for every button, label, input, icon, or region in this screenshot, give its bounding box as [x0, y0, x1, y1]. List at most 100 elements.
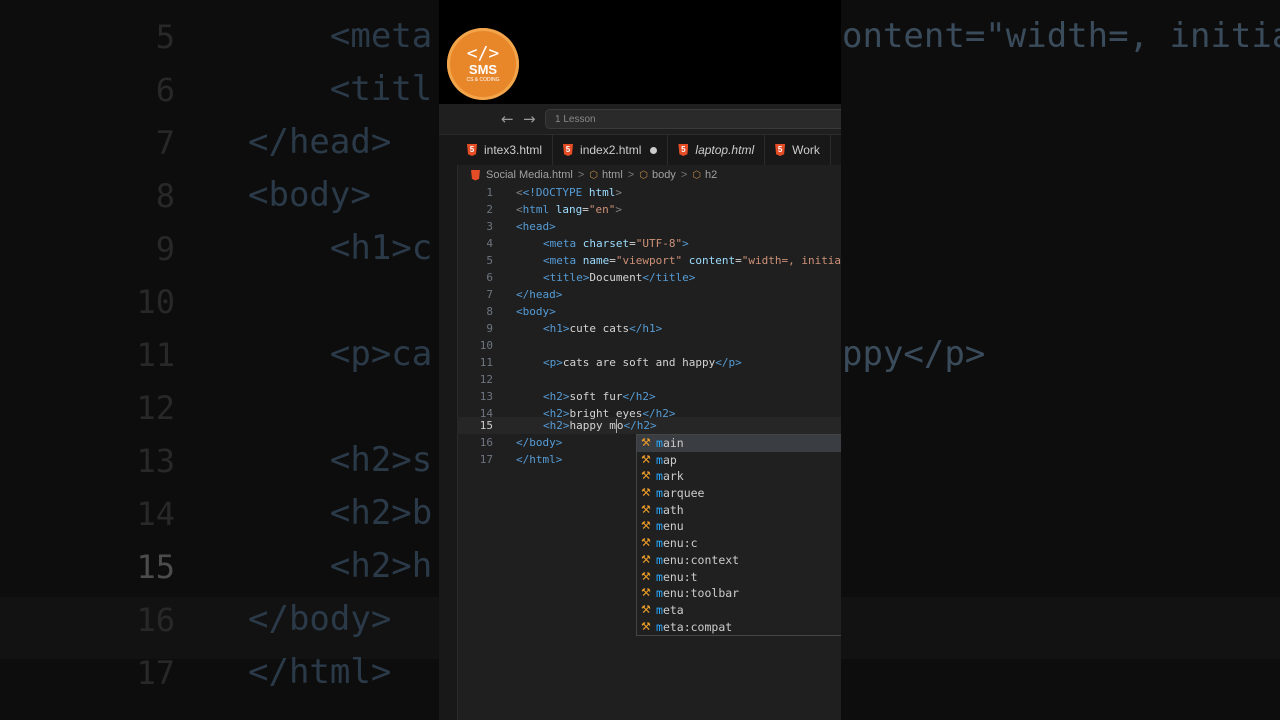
tab-laptop[interactable]: 5 laptop.html [668, 135, 766, 165]
html5-icon: 5 [467, 144, 477, 156]
tab-work[interactable]: 5 Work [765, 135, 831, 165]
wrench-icon: ⚒ [641, 436, 651, 449]
tab-label: Work [792, 143, 820, 157]
code-line-5: <meta name="viewport" content="width=, i… [543, 254, 841, 267]
suggestion-rest: eta [662, 602, 684, 617]
suggestion-rest: ath [662, 502, 684, 517]
breadcrumb-separator: > [680, 169, 688, 181]
html5-icon: 5 [678, 144, 689, 156]
suggestion-match: m [656, 486, 663, 501]
suggestion-item[interactable]: ⚒ m enu [637, 518, 841, 535]
command-center-search[interactable]: 1 Lesson [545, 109, 841, 129]
wrench-icon: ⚒ [641, 586, 651, 600]
panel-header: </> SMS CS & CODING [439, 0, 841, 104]
code-line-16: </body> [516, 436, 563, 449]
line-number: 11 [479, 356, 493, 369]
code-editor[interactable]: 1 2 3 4 5 6 7 8 9 10 11 12 13 14 15 16 17 <<!DOCTYPE htm… [457, 184, 841, 720]
activity-bar [439, 135, 458, 720]
tab-intex3[interactable]: 5 intex3.html [457, 135, 554, 165]
line-number: 10 [479, 339, 493, 352]
line-number: 7 [486, 288, 493, 301]
sms-logo: </> SMS CS & CODING [447, 28, 519, 100]
code-icon: </> [466, 43, 500, 64]
breadcrumb: Social Media.html > ⬡ html > ⬡ body > ⬡ … [471, 166, 717, 184]
suggestion-rest: enu:t [662, 569, 698, 584]
line-number: 2 [486, 203, 493, 216]
suggestion-rest: enu:context [662, 552, 740, 567]
suggestion-match: m [656, 519, 663, 534]
wrench-icon: ⚒ [641, 619, 651, 633]
breadcrumb-separator: > [577, 169, 585, 181]
suggestion-item[interactable]: ⚒ m ath [637, 502, 841, 519]
line-number: 12 [479, 373, 493, 386]
code-line-17: </html> [516, 453, 563, 466]
code-line-9: <h1>cute cats</h1> [543, 322, 663, 335]
code-line-8: <body> [516, 305, 556, 318]
suggestion-item[interactable]: ⚒ m enu:t [637, 569, 841, 586]
code-line-1: <<!DOCTYPE html> [516, 186, 622, 199]
breadcrumb-h2[interactable]: h2 [705, 169, 717, 181]
breadcrumb-body[interactable]: body [652, 169, 676, 181]
line-number: 3 [486, 220, 493, 233]
code-line-11: <p>cats are soft and happy</p> [543, 356, 742, 369]
suggestion-item[interactable]: ⚒ m eta:compat [637, 619, 841, 636]
suggestion-rest: enu:c [662, 536, 698, 551]
suggestion-match: m [656, 502, 663, 517]
suggestion-match: m [656, 586, 663, 601]
tab-label: intex3.html [484, 143, 543, 157]
suggestion-rest: ain [662, 436, 684, 450]
suggestion-rest: arquee [662, 486, 705, 501]
wrench-icon: ⚒ [641, 469, 651, 483]
wrench-icon: ⚒ [641, 552, 651, 566]
cube-icon: ⬡ [692, 169, 701, 181]
suggestion-match: m [656, 552, 663, 567]
suggestion-match: m [656, 452, 663, 467]
tab-index2[interactable]: 5 index2.html [553, 135, 669, 165]
html5-icon: 5 [775, 144, 786, 156]
wrench-icon: ⚒ [641, 536, 651, 550]
code-line-15: <h2>happy mo</h2> [543, 419, 657, 433]
back-arrow-icon[interactable]: ← [501, 110, 514, 128]
breadcrumb-html[interactable]: html [602, 169, 623, 181]
line-number: 15 [479, 419, 493, 432]
line-number: 16 [479, 436, 493, 449]
code-line-13: <h2>soft fur</h2> [543, 390, 656, 403]
wrench-icon: ⚒ [641, 602, 651, 616]
suggestion-item[interactable]: ⚒ m ap [637, 452, 841, 469]
wrench-icon: ⚒ [641, 519, 651, 533]
unsaved-dot-icon[interactable] [650, 146, 658, 154]
suggestion-item[interactable]: ⚒ m enu:c [637, 535, 841, 552]
suggestion-match: m [656, 436, 663, 450]
suggestion-item[interactable]: ⚒ m ain [637, 435, 841, 452]
suggestion-match: m [656, 602, 663, 617]
forward-arrow-icon[interactable]: → [523, 110, 536, 128]
video-panel: </> SMS CS & CODING ← → 1 Lesson 5 intex… [439, 0, 841, 720]
line-number: 13 [479, 390, 493, 403]
breadcrumb-file[interactable]: Social Media.html [486, 169, 573, 181]
html5-icon: 5 [563, 144, 574, 156]
title-bar: ← → 1 Lesson [439, 104, 841, 135]
suggestion-item[interactable]: ⚒ m enu:toolbar [637, 585, 841, 602]
suggestion-item[interactable]: ⚒ m ark [637, 468, 841, 485]
suggestion-rest: enu [662, 519, 684, 534]
suggestion-item[interactable]: ⚒ m eta [637, 602, 841, 619]
suggestion-item[interactable]: ⚒ m arquee [637, 485, 841, 502]
line-number: 9 [486, 322, 493, 335]
logo-title: SMS [468, 62, 498, 77]
suggestion-match: m [656, 569, 663, 584]
suggestion-rest: enu:toolbar [662, 586, 740, 601]
suggestion-match: m [656, 536, 663, 551]
html5-icon [471, 169, 480, 181]
wrench-icon: ⚒ [641, 486, 651, 500]
breadcrumb-separator: > [627, 169, 635, 181]
suggestion-rest: ap [662, 452, 677, 467]
suggestion-match: m [656, 469, 663, 484]
editor-tabs: 5 intex3.html 5 index2.html 5 laptop.htm… [457, 135, 841, 165]
suggestion-item[interactable]: ⚒ m enu:context [637, 552, 841, 569]
autocomplete-suggestions: ⚒ m ain ⚒ m ap ⚒ m ark ⚒ m arquee ⚒ m ath ⚒ m enu ⚒ m enu:c ⚒… [636, 434, 841, 636]
tab-label: laptop.html [695, 143, 755, 157]
cube-icon: ⬡ [639, 169, 648, 181]
code-line-2: <html lang="en"> [516, 203, 622, 216]
line-number: 8 [486, 305, 493, 318]
logo-subtitle: CS & CODING [466, 77, 500, 83]
